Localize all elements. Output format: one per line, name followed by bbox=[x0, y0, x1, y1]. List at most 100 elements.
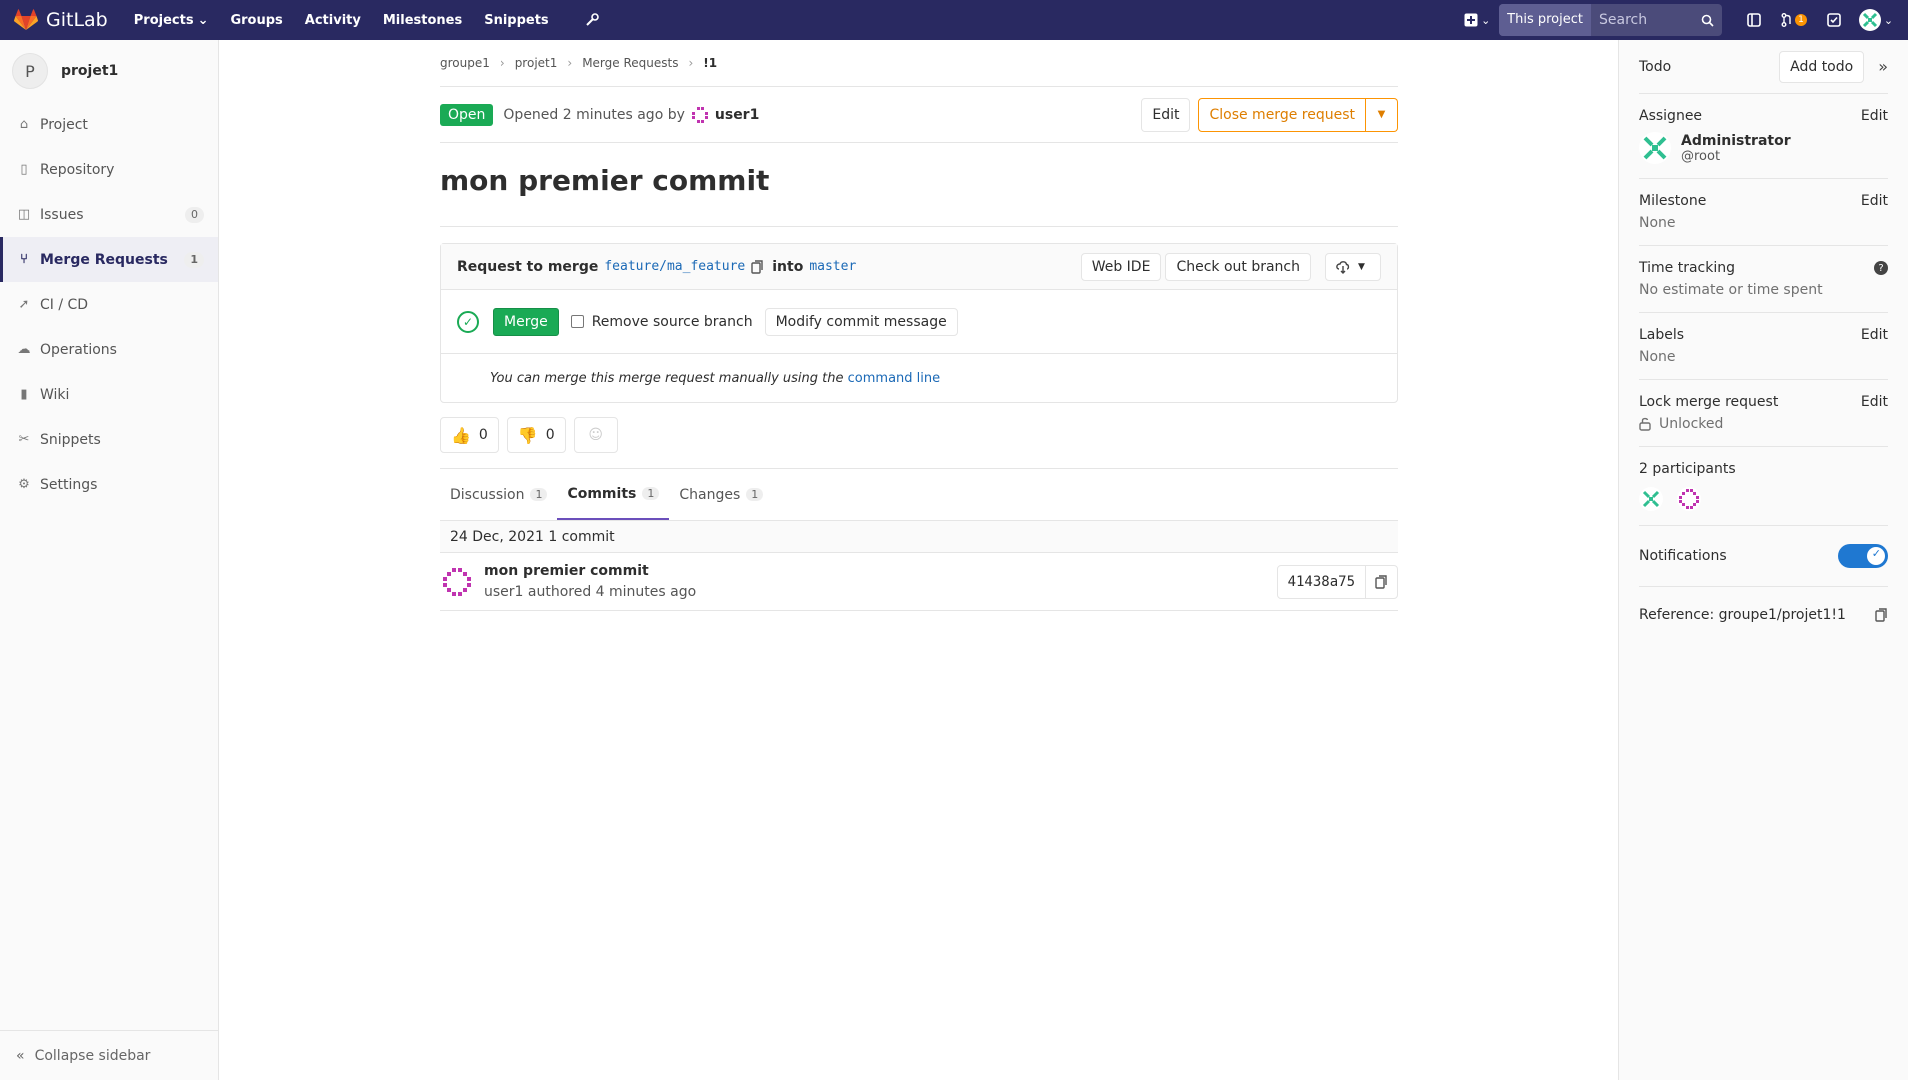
chevron-right-icon: › bbox=[499, 56, 505, 70]
sidebar-item-ci-cd[interactable]: ➚ CI / CD bbox=[0, 282, 218, 327]
breadcrumb-merge-requests[interactable]: Merge Requests bbox=[582, 56, 678, 70]
lock-label: Lock merge request bbox=[1639, 394, 1779, 410]
tab-count-badge: 1 bbox=[530, 488, 548, 501]
issues-icon: ◫ bbox=[17, 207, 31, 222]
merge-requests-nav-icon[interactable]: 1 bbox=[1772, 0, 1816, 40]
merge-widget: Request to merge feature/ma_feature into… bbox=[440, 243, 1398, 403]
download-dropdown-button[interactable]: ▼ bbox=[1325, 252, 1381, 281]
milestone-edit-link[interactable]: Edit bbox=[1861, 193, 1888, 209]
reference-section: Reference: groupe1/projet1!1 bbox=[1639, 587, 1888, 637]
tab-label: Commits bbox=[567, 485, 637, 502]
gitlab-logo[interactable]: GitLab bbox=[14, 9, 108, 31]
nav-projects[interactable]: Projects ⌄ bbox=[134, 13, 209, 28]
help-icon[interactable]: ? bbox=[1874, 261, 1888, 275]
nav-snippets[interactable]: Snippets bbox=[484, 13, 548, 28]
commit-day-count: 1 commit bbox=[548, 528, 615, 545]
breadcrumb-project[interactable]: projet1 bbox=[515, 56, 558, 70]
copy-sha-button[interactable] bbox=[1365, 565, 1397, 598]
tab-commits[interactable]: Commits 1 bbox=[557, 469, 670, 520]
commit-subtitle: user1 authored 4 minutes ago bbox=[484, 583, 697, 600]
mr-count-badge: 1 bbox=[1795, 14, 1807, 26]
double-chevron-right-icon[interactable]: » bbox=[1878, 57, 1888, 76]
copy-icon bbox=[1375, 574, 1387, 589]
sidebar-item-label: Snippets bbox=[40, 431, 101, 448]
close-merge-request-button[interactable]: Close merge request bbox=[1198, 97, 1366, 132]
check-icon: ✓ bbox=[1871, 547, 1881, 560]
copy-reference-button[interactable] bbox=[1875, 608, 1888, 622]
time-tracking-value: No estimate or time spent bbox=[1639, 282, 1823, 298]
remove-source-branch-label[interactable]: Remove source branch bbox=[592, 314, 753, 330]
issues-nav-icon[interactable] bbox=[1736, 0, 1772, 40]
todos-nav-icon[interactable] bbox=[1816, 0, 1852, 40]
commit-sha-link[interactable]: 41438a75 bbox=[1278, 566, 1365, 598]
search-input[interactable] bbox=[1591, 12, 1701, 28]
breadcrumb-current[interactable]: !1 bbox=[703, 56, 717, 70]
sidebar-item-project[interactable]: ⌂ Project bbox=[0, 102, 218, 147]
user-avatar-menu[interactable]: ⌄ bbox=[1852, 0, 1900, 40]
thumbs-down-award-button[interactable]: 👎 0 bbox=[506, 417, 566, 453]
search-box: This project bbox=[1499, 4, 1722, 36]
sidebar-item-operations[interactable]: ☁ Operations bbox=[0, 327, 218, 372]
assignee-info[interactable]: Administrator @root bbox=[1639, 132, 1888, 164]
tab-changes[interactable]: Changes 1 bbox=[669, 469, 773, 520]
request-label: Request to merge bbox=[457, 258, 599, 275]
check-out-branch-button[interactable]: Check out branch bbox=[1165, 252, 1311, 281]
source-branch-link[interactable]: feature/ma_feature bbox=[604, 259, 745, 274]
avatar[interactable] bbox=[1639, 487, 1663, 511]
into-label: into bbox=[772, 258, 804, 275]
sidebar-item-issues[interactable]: ◫ Issues 0 bbox=[0, 192, 218, 237]
todo-label: Todo bbox=[1639, 58, 1672, 75]
lock-value: Unlocked bbox=[1639, 416, 1888, 432]
main-nav: Projects ⌄ Groups Activity Milestones Sni… bbox=[134, 13, 599, 28]
nav-activity[interactable]: Activity bbox=[305, 13, 361, 28]
command-line-link[interactable]: command line bbox=[848, 371, 940, 386]
copy-icon[interactable] bbox=[751, 259, 764, 274]
close-dropdown-toggle[interactable]: ▼ bbox=[1366, 97, 1398, 132]
sidebar-item-snippets[interactable]: ✂ Snippets bbox=[0, 417, 218, 462]
avatar[interactable] bbox=[689, 104, 710, 125]
notifications-section: Notifications ✓ bbox=[1639, 526, 1888, 587]
target-branch-link[interactable]: master bbox=[809, 259, 856, 274]
merge-button[interactable]: Merge bbox=[493, 307, 559, 336]
thumbs-up-icon: 👍 bbox=[451, 425, 471, 445]
manual-merge-text: You can merge this merge request manuall… bbox=[490, 370, 844, 386]
commit-title[interactable]: mon premier commit bbox=[484, 561, 696, 582]
lock-edit-link[interactable]: Edit bbox=[1861, 394, 1888, 410]
sidebar-project-header[interactable]: P projet1 bbox=[0, 40, 218, 102]
add-reaction-button[interactable]: ☺ bbox=[573, 417, 618, 453]
notifications-toggle[interactable]: ✓ bbox=[1838, 544, 1888, 568]
new-dropdown-button[interactable]: ⌄ bbox=[1455, 0, 1499, 40]
edit-button[interactable]: Edit bbox=[1141, 97, 1191, 132]
search-scope-badge[interactable]: This project bbox=[1499, 4, 1591, 36]
sidebar-item-settings[interactable]: ⚙ Settings bbox=[0, 462, 218, 507]
sidebar-item-wiki[interactable]: ▮ Wiki bbox=[0, 372, 218, 417]
sidebar-item-repository[interactable]: ▯ Repository bbox=[0, 147, 218, 192]
avatar[interactable] bbox=[440, 564, 474, 599]
sidebar-item-label: Wiki bbox=[40, 386, 70, 403]
avatar[interactable] bbox=[1677, 487, 1701, 511]
issuable-sidebar: Todo Add todo » Assignee Edit Administrat… bbox=[1618, 40, 1908, 1080]
modify-commit-message-button[interactable]: Modify commit message bbox=[764, 307, 958, 336]
remove-source-branch-checkbox[interactable] bbox=[570, 315, 584, 328]
nav-milestones[interactable]: Milestones bbox=[383, 13, 462, 28]
add-todo-button[interactable]: Add todo bbox=[1779, 50, 1865, 83]
admin-wrench-icon[interactable] bbox=[585, 13, 599, 28]
breadcrumb-group[interactable]: groupe1 bbox=[440, 56, 490, 70]
author-name[interactable]: user1 bbox=[715, 107, 759, 123]
tab-discussion[interactable]: Discussion 1 bbox=[440, 469, 557, 520]
web-ide-button[interactable]: Web IDE bbox=[1080, 252, 1162, 281]
header-actions: Edit Close merge request ▼ bbox=[1141, 97, 1398, 132]
commit-day: 24 Dec, 2021 bbox=[450, 528, 544, 545]
sidebar-item-merge-requests[interactable]: ⑂ Merge Requests 1 bbox=[0, 237, 218, 282]
assignee-name: Administrator bbox=[1681, 132, 1791, 149]
assignee-username: @root bbox=[1681, 148, 1721, 164]
nav-groups[interactable]: Groups bbox=[230, 13, 282, 28]
thumbs-up-award-button[interactable]: 👍 0 bbox=[440, 417, 499, 453]
lock-status: Unlocked bbox=[1659, 416, 1724, 432]
top-navbar: GitLab Projects ⌄ Groups Activity Milesto… bbox=[0, 0, 1908, 40]
assignee-edit-link[interactable]: Edit bbox=[1861, 108, 1888, 124]
collapse-sidebar-button[interactable]: « Collapse sidebar bbox=[0, 1030, 219, 1080]
merge-widget-body: ✓ Merge Remove source branch Modify comm… bbox=[441, 290, 1397, 354]
labels-value: None bbox=[1639, 349, 1676, 365]
labels-edit-link[interactable]: Edit bbox=[1861, 327, 1888, 343]
